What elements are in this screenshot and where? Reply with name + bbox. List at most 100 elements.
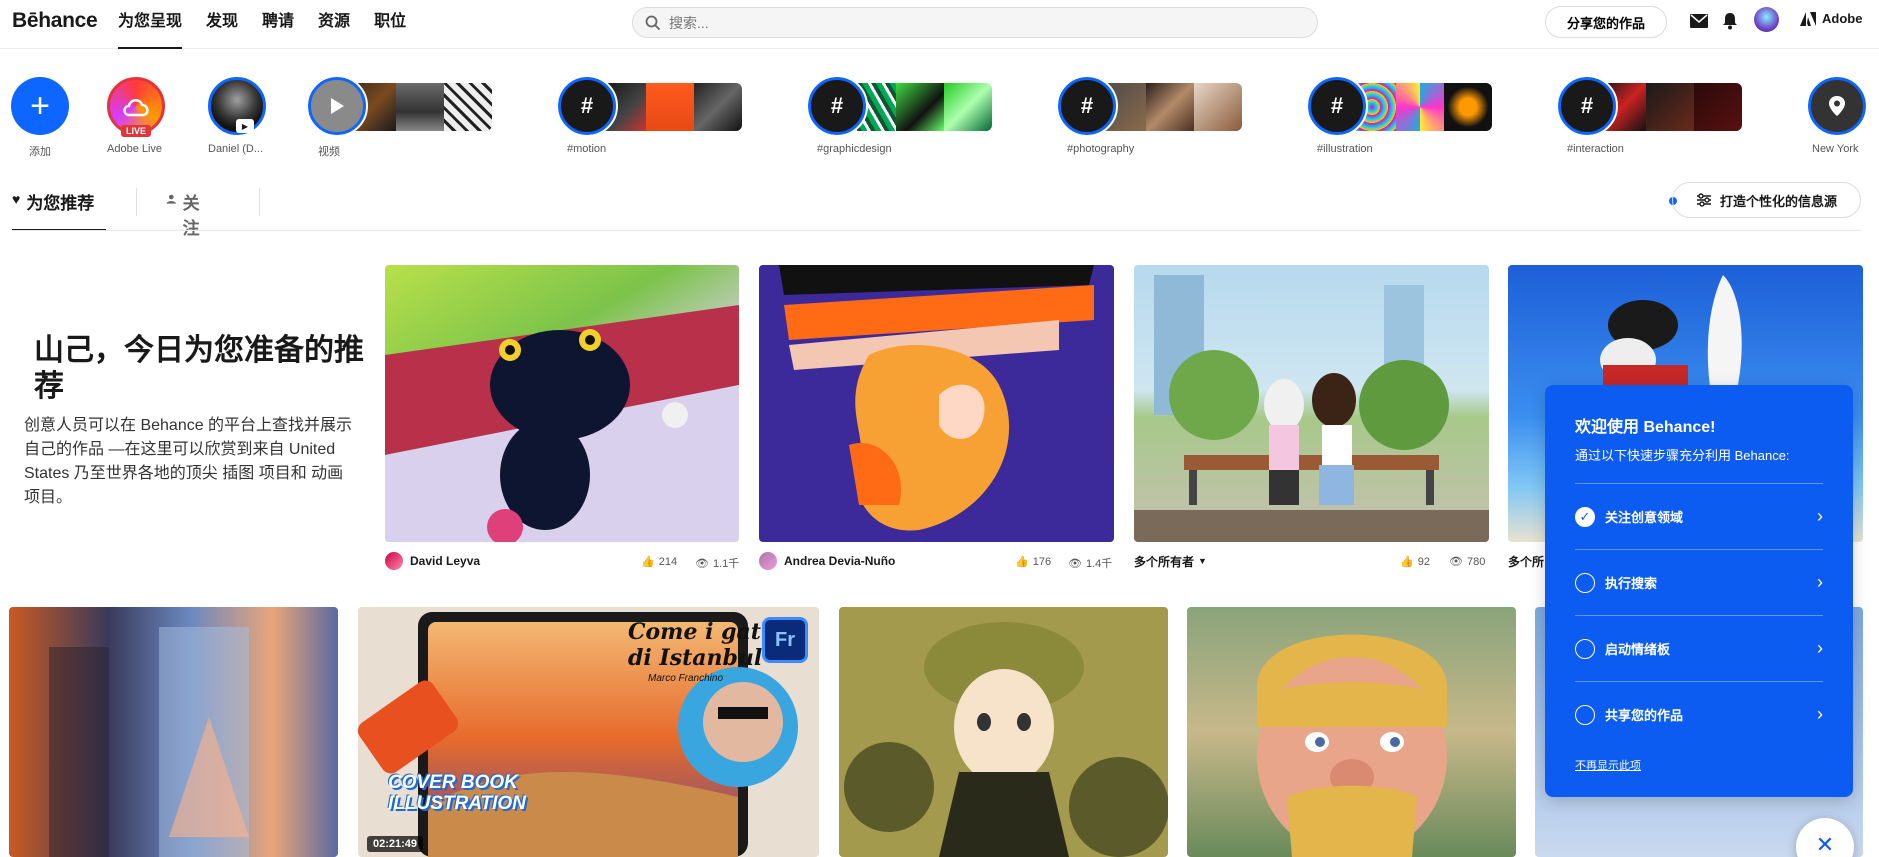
eye-icon: 👁 [1449, 556, 1463, 568]
tabs-underline [12, 230, 1862, 231]
project-card-park-bench[interactable] [1134, 265, 1489, 542]
person-icon [166, 194, 176, 204]
tab-divider [136, 188, 137, 216]
hashtag-icon: # [1306, 75, 1368, 137]
chevron-down-icon: ▼ [1198, 556, 1207, 566]
chevron-right-icon: › [1817, 506, 1823, 526]
card-owner[interactable]: Andrea Devia-Nuño [759, 551, 895, 571]
park-bench-illustration [1134, 275, 1489, 542]
nav-for-you[interactable]: 为您呈现 [118, 0, 183, 49]
story-label: #motion [567, 143, 607, 155]
mail-icon[interactable] [1688, 10, 1710, 32]
step-label: 共享您的作品 [1605, 708, 1684, 723]
chevron-right-icon: › [1817, 638, 1823, 658]
story-label: #interaction [1567, 143, 1624, 155]
circle-icon [1575, 572, 1595, 593]
hashtag-icon: # [556, 75, 618, 137]
page-title: 山己，今日为您准备的推荐 [34, 334, 364, 403]
hashtag-icon: # [1056, 75, 1118, 137]
bell-icon[interactable] [1719, 10, 1741, 32]
step-label: 关注创意领域 [1605, 510, 1684, 525]
search-icon [645, 15, 661, 30]
thumbs-up-icon: 👍 [641, 556, 655, 568]
tab-divider [259, 188, 260, 216]
story-label: New York [1812, 143, 1859, 155]
project-card-cover-book[interactable]: Come i gatti di Istanbul Marco Franchino… [358, 607, 819, 857]
figure-illustration [779, 265, 1094, 531]
multiple-owners[interactable]: 多个所有者 ▼ [1134, 551, 1207, 571]
video-thumbstrip [348, 83, 492, 131]
dismiss-link[interactable]: 不再显示此项 [1575, 757, 1641, 773]
play-icon: ▶ [236, 119, 254, 133]
story-label: #photography [1067, 143, 1135, 155]
nav-resources[interactable]: 资源 [318, 0, 350, 49]
multiple-owners[interactable]: 多个所 [1508, 551, 1544, 571]
tab-label: 关注 [182, 194, 200, 238]
step-follow-fields[interactable]: ✓ 关注创意领域 › [1575, 483, 1823, 549]
step-label: 执行搜索 [1605, 576, 1658, 591]
project-card-cat[interactable] [385, 265, 739, 542]
step-share-work[interactable]: 共享您的作品 › [1575, 681, 1823, 747]
step-moodboard[interactable]: 启动情绪板 › [1575, 615, 1823, 681]
adobe-icon [1800, 11, 1816, 26]
nav-hire[interactable]: 聘请 [262, 0, 294, 49]
owner-name: 多个所 [1508, 554, 1545, 569]
user-avatar[interactable] [1754, 7, 1779, 32]
owner-name: 多个所有者 [1134, 554, 1195, 569]
photography-thumbstrip [1098, 83, 1242, 131]
story-label: 添加 [29, 146, 51, 158]
tab-recommended[interactable]: ♥ 为您推荐 [12, 181, 106, 231]
search-bar[interactable] [632, 7, 1318, 38]
step-label: 启动情绪板 [1605, 642, 1671, 657]
nav-discover[interactable]: 发现 [206, 0, 238, 49]
onboarding-title: 欢迎使用 Behance! [1575, 419, 1716, 436]
hashtag-icon: # [806, 75, 868, 137]
girl-illustration [844, 622, 1168, 857]
video-duration: 02:21:49 [367, 836, 424, 852]
onboarding-panel: 欢迎使用 Behance! 通过以下快速步骤充分利用 Behance: ✓ 关注… [1545, 385, 1853, 797]
cover-author: Marco Franchino [648, 673, 724, 684]
cat-illustration [385, 305, 739, 542]
adobe-link[interactable]: Adobe [1800, 11, 1862, 26]
project-card-architecture[interactable] [9, 607, 338, 857]
tab-label: 为您推荐 [26, 194, 95, 213]
search-input[interactable] [669, 14, 1269, 31]
story-daniel[interactable]: ▶ Daniel (D... [208, 77, 266, 155]
eye-icon: 👁 [1068, 557, 1082, 570]
card-owner[interactable]: David Leyva [385, 551, 480, 571]
project-card-figure[interactable] [759, 265, 1114, 542]
story-adobe-live[interactable]: LIVE Adobe Live [107, 77, 165, 155]
view-count: 👁 1.1千 [695, 557, 740, 571]
live-badge: LIVE [121, 125, 152, 137]
intro-description: 创意人员可以在 Behance 的平台上查找并展示自己的作品 —在这里可以欣赏到… [24, 417, 353, 506]
behance-logo[interactable]: Bēhance [12, 9, 98, 33]
chevron-right-icon: › [1817, 704, 1823, 724]
share-work-button[interactable]: 分享您的作品 [1545, 6, 1667, 38]
nav-jobs[interactable]: 职位 [374, 0, 406, 49]
check-icon: ✓ [1575, 506, 1595, 527]
top-navigation-bar: Bēhance 为您呈现 发现 聘请 资源 职位 分享您的作品 Adobe [0, 0, 1879, 49]
story-label: #graphicdesign [817, 143, 892, 155]
project-card-girl[interactable] [839, 607, 1168, 857]
like-count: 👍 214 [641, 555, 678, 569]
tab-following[interactable]: 关注 [166, 181, 205, 238]
story-new-york[interactable]: New York [1806, 75, 1868, 155]
story-add[interactable]: + 添加 [11, 77, 69, 158]
like-count: 👍 92 [1400, 555, 1430, 569]
cover-caption: COVER BOOK ILLUSTRATION [388, 772, 526, 814]
story-label: Adobe Live [107, 143, 163, 155]
view-count: 👁 1.4千 [1068, 557, 1113, 571]
personalize-feed-button[interactable]: 打造个性化的信息源 [1672, 182, 1861, 218]
architecture-illustration [49, 627, 249, 857]
illustration-thumbstrip [1348, 83, 1492, 131]
avatar [759, 552, 777, 570]
adobe-label: Adobe [1822, 11, 1863, 26]
chevron-right-icon: › [1817, 572, 1823, 592]
step-search[interactable]: 执行搜索 › [1575, 549, 1823, 615]
onboarding-subtitle: 通过以下快速步骤充分利用 Behance: [1575, 448, 1790, 463]
plus-icon: + [11, 77, 69, 135]
eye-icon: 👁 [695, 557, 709, 570]
thumbs-up-icon: 👍 [1015, 556, 1029, 568]
project-card-barbarian[interactable] [1187, 607, 1516, 857]
story-label: #illustration [1317, 143, 1373, 155]
